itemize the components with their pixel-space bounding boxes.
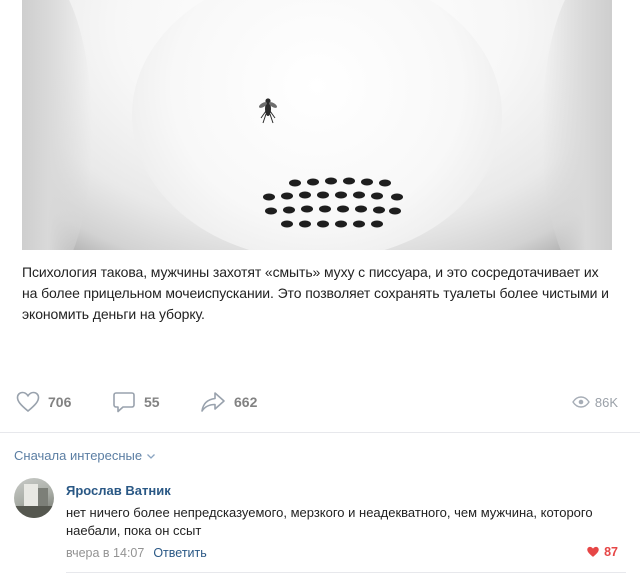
heart-icon — [16, 391, 40, 413]
comment-like-button[interactable]: 87 — [586, 545, 618, 559]
post-actions-bar: 706 55 662 86K — [0, 388, 640, 416]
post-text: Психология такова, мужчины захотят «смыт… — [22, 264, 609, 322]
like-count: 706 — [48, 394, 72, 410]
divider — [0, 432, 640, 433]
drain-holes-icon — [263, 177, 403, 228]
share-button[interactable]: 662 — [200, 388, 257, 416]
comment-button[interactable]: 55 — [112, 388, 160, 416]
comments-sort-dropdown[interactable]: Сначала интересные — [14, 448, 156, 463]
urinal-rim-left — [22, 0, 92, 250]
avatar-detail — [14, 506, 54, 518]
comment-item: Ярослав Ватник нет ничего более непредск… — [14, 478, 626, 570]
comment-author[interactable]: Ярослав Ватник — [66, 483, 171, 498]
comment-like-count: 87 — [604, 545, 618, 559]
eye-icon — [572, 396, 590, 408]
reply-button[interactable]: Ответить — [153, 546, 206, 560]
share-count: 662 — [234, 394, 258, 410]
heart-filled-icon — [587, 546, 599, 557]
divider — [66, 572, 626, 573]
share-icon — [201, 392, 225, 412]
comment-meta: вчера в 14:07 Ответить — [66, 546, 207, 560]
avatar[interactable] — [14, 478, 54, 518]
views-count: 86K — [594, 394, 618, 410]
like-button[interactable]: 706 — [16, 388, 71, 416]
post-photo[interactable] — [22, 0, 612, 250]
comment-count: 55 — [144, 394, 160, 410]
views-counter: 86K — [572, 388, 618, 416]
comment-text: нет ничего более непредсказуемого, мерзк… — [66, 505, 593, 538]
fly-sticker-icon — [258, 98, 278, 124]
chevron-down-icon — [147, 453, 156, 459]
comments-sort-label: Сначала интересные — [14, 448, 143, 463]
comment-time[interactable]: вчера в 14:07 — [66, 546, 144, 560]
urinal-rim-right — [542, 0, 612, 250]
comment-icon — [113, 392, 135, 413]
